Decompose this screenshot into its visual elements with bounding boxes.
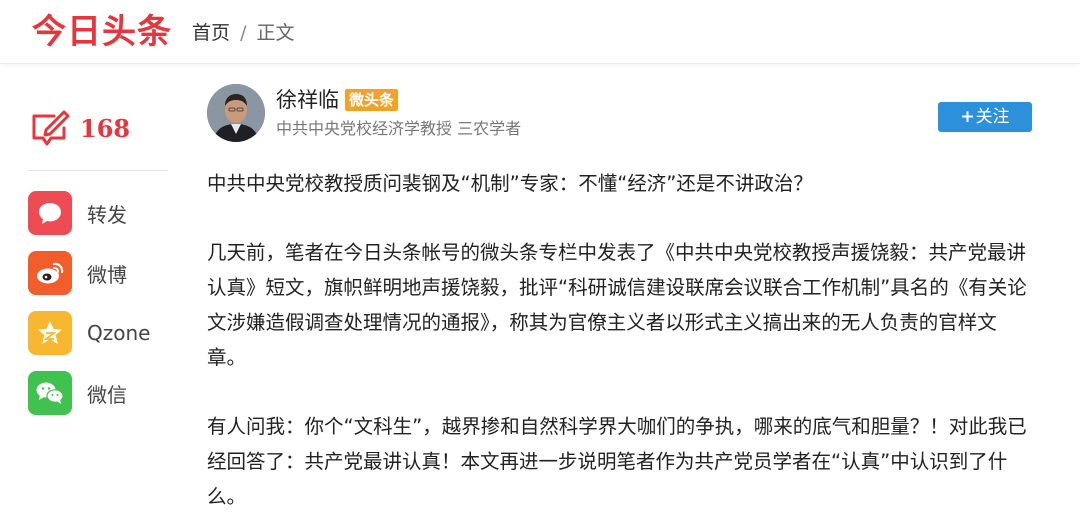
author-name[interactable]: 徐祥临 [276, 86, 339, 114]
share-label-qzone: Qzone [87, 321, 151, 345]
share-label-wechat: 微信 [87, 382, 127, 407]
article-body: 中共中央党校教授质问裴钢及“机制”专家：不懂“经济”还是不讲政治？ 几天前，笔者… [207, 166, 1037, 514]
wechat-icon [28, 371, 72, 415]
comment-button[interactable]: 168 [28, 100, 173, 156]
repost-icon [28, 191, 72, 235]
author-avatar[interactable] [207, 84, 265, 142]
follow-button[interactable]: +关注 [938, 102, 1032, 132]
share-wechat-button[interactable]: 微信 [28, 363, 173, 423]
share-label-repost: 转发 [87, 202, 127, 227]
comment-edit-icon [32, 110, 70, 146]
breadcrumb-separator: / [240, 22, 247, 44]
micro-headline-badge: 微头条 [345, 89, 399, 111]
share-qzone-button[interactable]: Qzone [28, 303, 173, 363]
comment-count: 168 [80, 113, 131, 143]
share-repost-button[interactable]: 转发 [28, 183, 173, 243]
share-sidebar: 168 转发 微博 Qzone 微信 [28, 100, 173, 423]
breadcrumb-home-link[interactable]: 首页 [192, 22, 230, 44]
qzone-icon [28, 311, 72, 355]
article-paragraph: 有人问我：你个“文科生”，越界掺和自然科学界大咖们的争执，哪来的底气和胆量？！对… [207, 415, 1027, 508]
breadcrumb: 首页 / 正文 [192, 20, 295, 46]
top-bar: 今日头条 首页 / 正文 [0, 0, 1080, 64]
follow-label: 关注 [975, 107, 1010, 127]
plus-icon: + [960, 107, 975, 127]
breadcrumb-current: 正文 [256, 22, 295, 44]
article-title-paragraph: 中共中央党校教授质问裴钢及“机制”专家：不懂“经济”还是不讲政治？ [207, 172, 813, 195]
article-paragraph: 几天前，笔者在今日头条帐号的微头条专栏中发表了《中共中央党校教授声援饶毅：共产党… [207, 241, 1027, 369]
article-main: 徐祥临 微头条 中共中央党校经济学教授 三农学者 +关注 中共中央党校教授质问裴… [207, 84, 1037, 527]
share-weibo-button[interactable]: 微博 [28, 243, 173, 303]
author-description: 中共中央党校经济学教授 三农学者 [276, 119, 522, 138]
sidebar-divider [28, 170, 168, 171]
site-logo[interactable]: 今日头条 [32, 11, 172, 53]
author-block: 徐祥临 微头条 中共中央党校经济学教授 三农学者 +关注 [207, 84, 1037, 146]
weibo-icon [28, 251, 72, 295]
share-label-weibo: 微博 [87, 262, 127, 287]
